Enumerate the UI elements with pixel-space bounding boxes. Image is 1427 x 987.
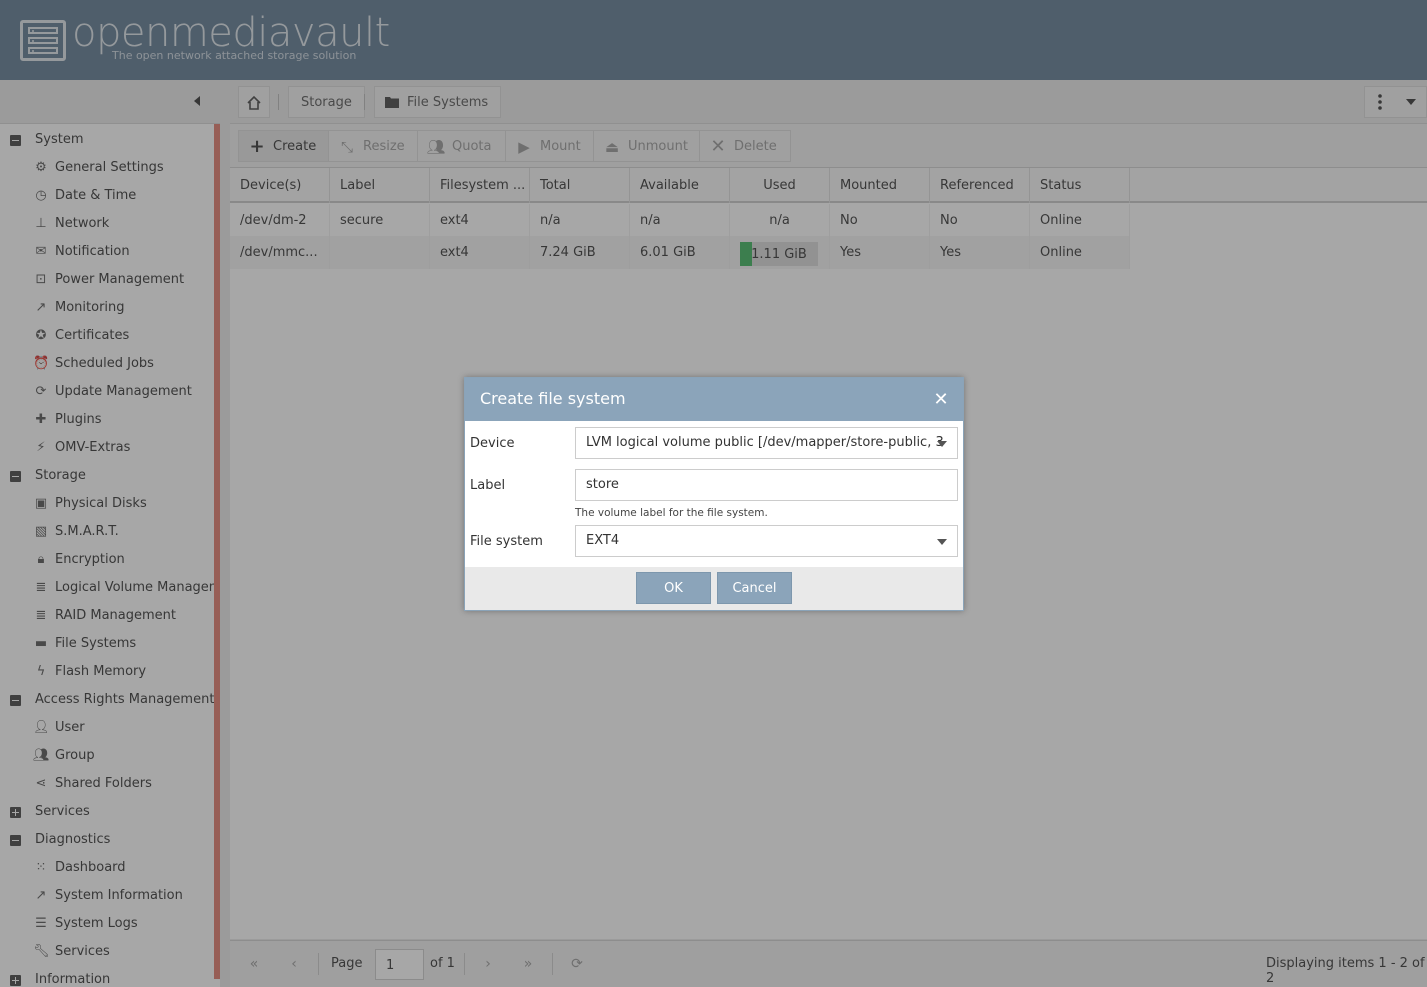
dialog-body: Device LVM logical volume public [/dev/m… [465,421,963,567]
dialog-title: Create file system [480,389,626,408]
file-system-label: File system [470,534,543,549]
dialog-header: Create file system ✕ [465,378,963,421]
cancel-button[interactable]: Cancel [717,572,792,604]
device-select-value: LVM logical volume public [/dev/mapper/s… [586,435,944,450]
chevron-down-icon [937,441,947,447]
device-label: Device [470,436,515,451]
dialog-footer: OK Cancel [465,567,963,610]
label-help-text: The volume label for the file system. [575,507,768,519]
close-icon[interactable]: ✕ [931,390,951,410]
label-input[interactable]: store [575,469,958,501]
ok-button[interactable]: OK [636,572,711,604]
file-system-select[interactable]: EXT4 [575,525,958,557]
file-system-select-value: EXT4 [586,533,620,548]
chevron-down-icon [937,539,947,545]
create-file-system-dialog: Create file system ✕ Device LVM logical … [464,377,964,611]
device-select[interactable]: LVM logical volume public [/dev/mapper/s… [575,427,958,459]
label-field-label: Label [470,478,506,493]
